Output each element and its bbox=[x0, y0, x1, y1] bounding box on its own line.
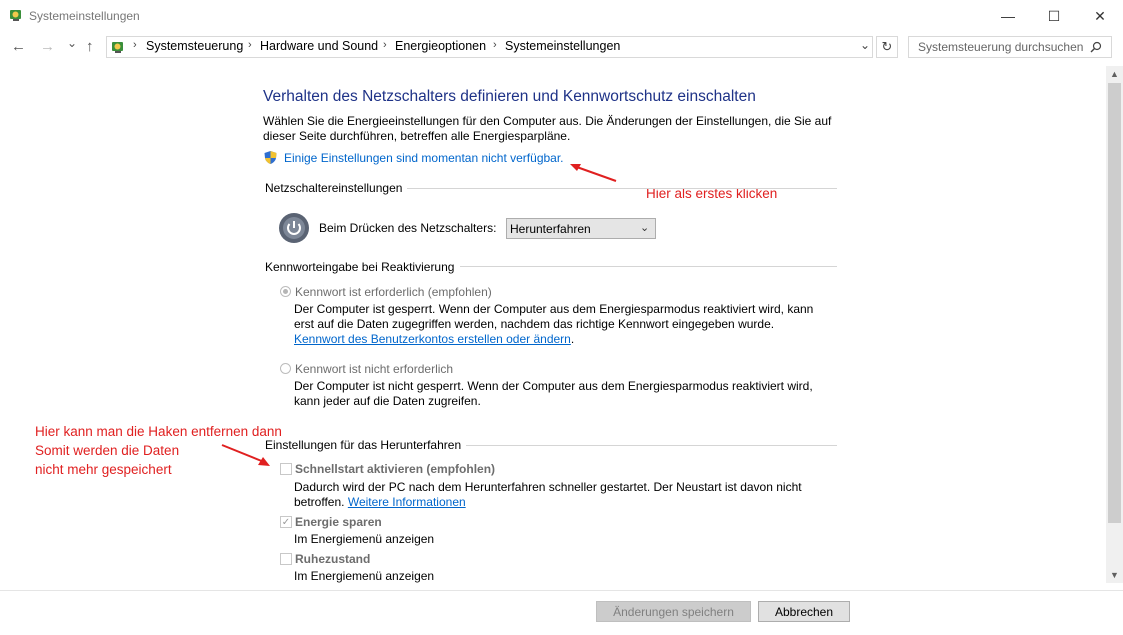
fast-startup-checkbox[interactable] bbox=[280, 463, 292, 475]
title-bar bbox=[0, 0, 1123, 32]
password-section-title: Kennworteingabe bei Reaktivierung bbox=[265, 260, 455, 274]
section-divider bbox=[466, 445, 837, 446]
uac-shield-icon bbox=[263, 150, 278, 165]
more-info-link[interactable]: Weitere Informationen bbox=[348, 495, 466, 509]
breadcrumb-systemsteuerung[interactable]: Systemsteuerung bbox=[146, 39, 243, 53]
recent-locations-icon[interactable]: ⌄ bbox=[67, 36, 77, 50]
search-icon[interactable] bbox=[1090, 41, 1102, 53]
refresh-icon: ↻ bbox=[881, 39, 893, 54]
power-action-value: Herunterfahren bbox=[510, 222, 591, 236]
annotation-arrow-icon bbox=[570, 164, 617, 182]
control-panel-icon bbox=[8, 7, 24, 23]
forward-arrow-icon[interactable]: → bbox=[40, 38, 55, 55]
password-required-radio[interactable] bbox=[280, 286, 291, 297]
hibernate-text: Im Energiemenü anzeigen bbox=[294, 569, 435, 583]
intro-text: Wählen Sie die Energieeinstellungen für … bbox=[263, 114, 832, 143]
scroll-up-icon[interactable]: ▲ bbox=[1106, 66, 1123, 82]
button-bar bbox=[0, 590, 1123, 635]
breadcrumb-separator: › bbox=[248, 39, 252, 51]
power-button-icon bbox=[278, 212, 310, 244]
link-suffix: . bbox=[570, 332, 575, 346]
breadcrumb-energieoptionen[interactable]: Energieoptionen bbox=[395, 39, 486, 53]
breadcrumb-separator: › bbox=[133, 39, 137, 51]
sleep-checkbox[interactable]: ✓ bbox=[280, 516, 292, 528]
breadcrumb-separator: › bbox=[383, 39, 387, 51]
refresh-button[interactable]: ↻ bbox=[876, 36, 898, 58]
maximize-icon: ☐ bbox=[1047, 7, 1061, 24]
minimize-button[interactable]: — bbox=[985, 0, 1031, 32]
shutdown-section-title: Einstellungen für das Herunterfahren bbox=[265, 438, 462, 452]
scroll-down-icon[interactable]: ▼ bbox=[1106, 567, 1123, 583]
breadcrumb-systemeinstellungen[interactable]: Systemeinstellungen bbox=[505, 39, 620, 53]
address-dropdown-icon[interactable]: ⌄ bbox=[860, 38, 870, 52]
password-required-label: Kennwort ist erforderlich (empfohlen) bbox=[295, 285, 492, 299]
address-control-panel-icon bbox=[110, 39, 126, 55]
fast-startup-text: Dadurch wird der PC nach dem Herunterfah… bbox=[294, 480, 824, 510]
chevron-down-icon: ⌄ bbox=[640, 222, 650, 234]
sleep-text: Im Energiemenü anzeigen bbox=[294, 532, 435, 546]
search-placeholder: Systemsteuerung durchsuchen bbox=[918, 40, 1084, 54]
hibernate-checkbox[interactable] bbox=[280, 553, 292, 565]
change-password-link[interactable]: Kennwort des Benutzerkontos erstellen od… bbox=[294, 332, 571, 346]
back-arrow-icon[interactable]: ← bbox=[11, 38, 26, 55]
unavailable-settings-link[interactable]: Einige Einstellungen sind momentan nicht… bbox=[284, 151, 564, 165]
breadcrumb-separator: › bbox=[493, 39, 497, 51]
fast-startup-label: Schnellstart aktivieren (empfohlen) bbox=[295, 462, 496, 476]
power-button-label: Beim Drücken des Netzschalters: bbox=[319, 221, 497, 235]
page-title: Verhalten des Netzschalters definieren u… bbox=[263, 88, 756, 105]
save-changes-button[interactable]: Änderungen speichern bbox=[596, 601, 751, 622]
password-not-required-label: Kennwort ist nicht erforderlich bbox=[295, 362, 454, 376]
hibernate-label: Ruhezustand bbox=[295, 552, 371, 566]
sleep-label: Energie sparen bbox=[295, 515, 382, 529]
scrollbar-thumb[interactable] bbox=[1108, 83, 1121, 523]
password-not-required-radio[interactable] bbox=[280, 363, 291, 374]
password-not-required-text: Der Computer ist nicht gesperrt. Wenn de… bbox=[294, 379, 813, 408]
password-required-description: Der Computer ist gesperrt. Wenn der Comp… bbox=[294, 302, 814, 331]
close-button[interactable]: ✕ bbox=[1077, 0, 1123, 32]
annotation-first-click: Hier als erstes klicken bbox=[646, 186, 778, 201]
cancel-button[interactable]: Abbrechen bbox=[758, 601, 850, 622]
window-title: Systemeinstellungen bbox=[29, 9, 140, 23]
close-icon: ✕ bbox=[1094, 7, 1106, 24]
power-section-title: Netzschaltereinstellungen bbox=[265, 181, 403, 195]
minimize-icon: — bbox=[1001, 8, 1015, 24]
breadcrumb-hardware-und-sound[interactable]: Hardware und Sound bbox=[260, 39, 378, 53]
section-divider bbox=[460, 266, 837, 267]
annotation-line-1: Hier kann man die Haken entfernen dann bbox=[35, 424, 282, 439]
password-required-text: Der Computer ist gesperrt. Wenn der Comp… bbox=[294, 302, 824, 347]
section-divider bbox=[407, 188, 837, 189]
maximize-button[interactable]: ☐ bbox=[1031, 0, 1077, 32]
up-arrow-icon[interactable]: ↑ bbox=[86, 38, 94, 55]
